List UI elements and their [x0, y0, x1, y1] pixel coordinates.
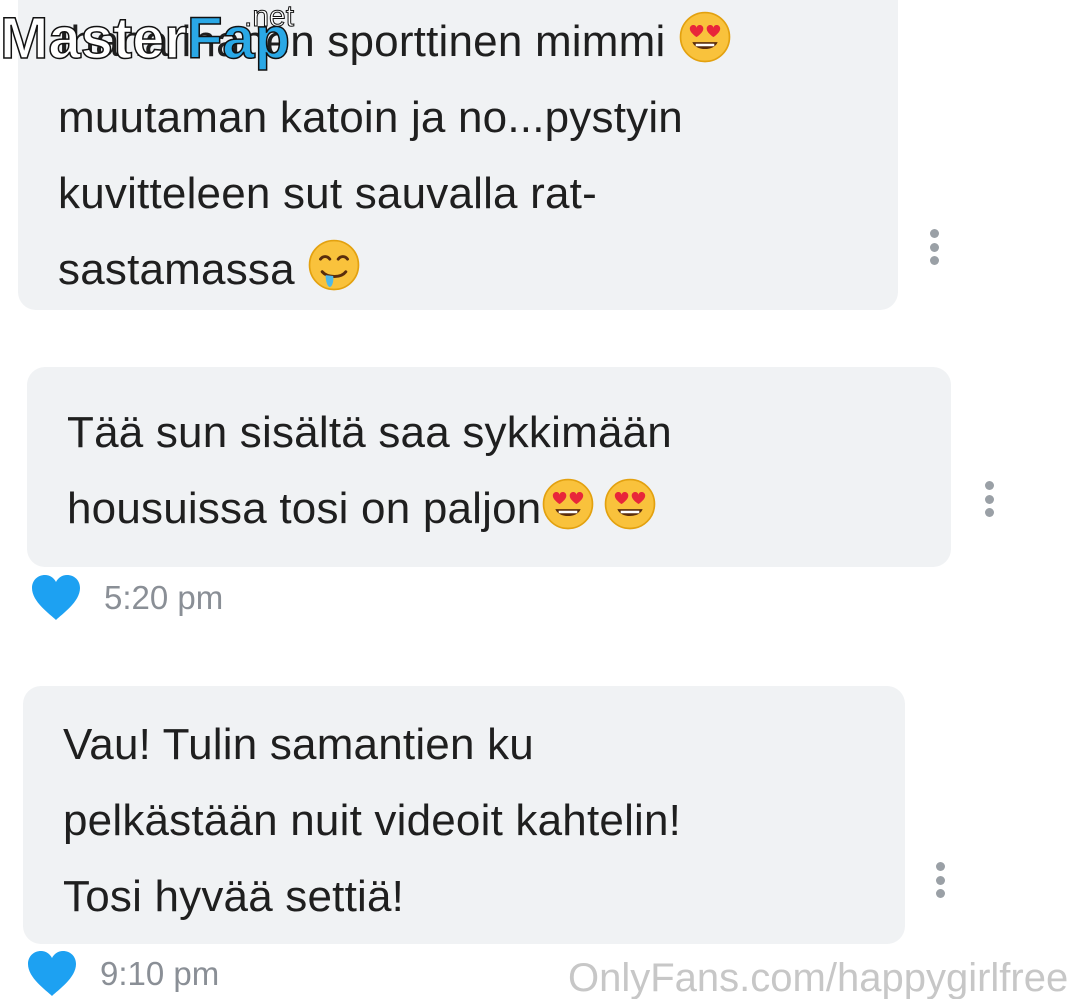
message-3-line-2: pelkästään nuit videoit kahtelin!	[63, 796, 682, 845]
message-2-timestamp: 5:20 pm	[104, 579, 224, 616]
message-3-menu-more-vertical-icon[interactable]	[934, 862, 946, 902]
site-watermark-logo: MasterFap .net	[0, 0, 295, 74]
message-1-line-4: sastamassa	[58, 245, 295, 294]
heart-eyes-emoji-icon	[543, 478, 594, 530]
message-3-line-1: Vau! Tulin samantien ku	[63, 720, 534, 769]
message-2-line-2: housuissa tosi on paljon	[67, 484, 542, 533]
message-bubble-2[interactable]: Tää sun sisältä saa sykkimään housuissa …	[27, 367, 951, 567]
heart-eyes-emoji-icon	[605, 478, 656, 530]
heart-icon[interactable]	[30, 574, 82, 622]
message-text-2: Tää sun sisältä saa sykkimään housuissa …	[67, 395, 672, 547]
drooling-face-emoji-icon	[308, 239, 360, 291]
message-3-timestamp: 9:10 pm	[100, 955, 220, 992]
message-2-menu-more-vertical-icon[interactable]	[983, 481, 995, 521]
message-2-meta: 5:20 pm	[30, 574, 223, 622]
watermark-suffix: .net	[243, 0, 295, 34]
chat-screen: Ihana ihanen sporttinen mimmi muutaman k…	[0, 0, 1080, 999]
message-1-line-3: kuvitteleen sut sauvalla rat-	[58, 169, 597, 218]
heart-icon[interactable]	[26, 950, 78, 998]
message-2-line-1: Tää sun sisältä saa sykkimään	[67, 408, 672, 457]
message-1-line-2: muutaman katoin ja no...pystyin	[58, 93, 683, 142]
message-text-3: Vau! Tulin samantien ku pelkästään nuit …	[63, 707, 681, 935]
message-1-menu-more-vertical-icon[interactable]	[928, 229, 940, 269]
footer-credit-watermark: OnlyFans.com/happygirlfree	[568, 956, 1069, 999]
message-3-meta: 9:10 pm	[26, 950, 219, 998]
message-bubble-3[interactable]: Vau! Tulin samantien ku pelkästään nuit …	[23, 686, 905, 944]
message-3-line-3: Tosi hyvää settiä!	[63, 872, 405, 921]
heart-eyes-emoji-icon	[679, 11, 731, 63]
watermark-brand-left: Master	[0, 5, 188, 72]
